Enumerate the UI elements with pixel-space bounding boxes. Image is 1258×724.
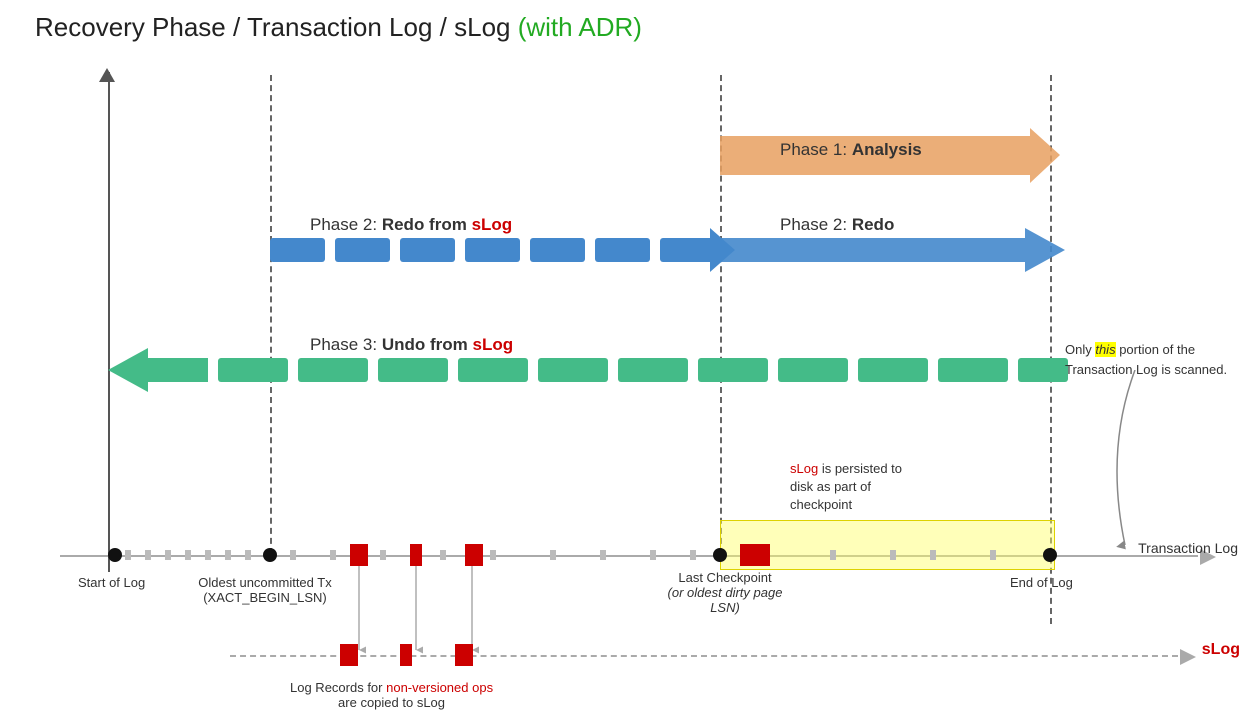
vline-oldest-tx xyxy=(270,75,272,554)
tick xyxy=(600,550,606,560)
slog-line xyxy=(230,655,1178,657)
tick xyxy=(145,550,151,560)
tick xyxy=(290,550,296,560)
phase3-label: Phase 3: Undo from sLog xyxy=(310,335,513,355)
dot-oldest-tx xyxy=(263,548,277,562)
phase2b-label: Phase 2: Redo xyxy=(780,215,894,235)
tick xyxy=(185,550,191,560)
down-arrow-3 xyxy=(465,566,479,656)
tick xyxy=(245,550,251,560)
tick xyxy=(330,550,336,560)
tick xyxy=(125,550,131,560)
diagram: { "title": { "main": "Recovery Phase / T… xyxy=(0,0,1258,724)
tick xyxy=(930,550,936,560)
tick xyxy=(380,550,386,560)
slog-red-block-1 xyxy=(340,644,358,666)
dot-end-of-log xyxy=(1043,548,1057,562)
slog-red-block-3 xyxy=(455,644,473,666)
label-last-checkpoint: Last Checkpoint(or oldest dirty pageLSN) xyxy=(660,570,790,615)
slog-arrow-head xyxy=(1180,649,1196,665)
tick xyxy=(205,550,211,560)
slog-label: sLog xyxy=(1202,641,1240,659)
phase3-arrow xyxy=(108,348,1068,392)
down-arrow-1 xyxy=(352,566,366,656)
annotation-slog-persisted: sLog is persisted todisk as part ofcheck… xyxy=(790,460,950,515)
tick xyxy=(650,550,656,560)
slog-red-block-2 xyxy=(400,644,412,666)
tick xyxy=(690,550,696,560)
red-block-1 xyxy=(350,544,368,566)
phase1-label: Phase 1: Analysis xyxy=(780,140,922,160)
label-end-of-log: End of Log xyxy=(1010,575,1073,590)
tick xyxy=(990,550,996,560)
tick xyxy=(165,550,171,560)
red-block-checkpoint xyxy=(740,544,770,566)
tick xyxy=(550,550,556,560)
tick xyxy=(490,550,496,560)
y-axis xyxy=(108,72,110,572)
dot-start xyxy=(108,548,122,562)
title-highlight: (with ADR) xyxy=(511,12,642,42)
y-axis-arrow xyxy=(99,68,115,82)
down-arrow-2 xyxy=(409,566,423,656)
yellow-region xyxy=(720,520,1055,570)
tick xyxy=(225,550,231,560)
tick xyxy=(890,550,896,560)
dot-last-checkpoint xyxy=(713,548,727,562)
tick xyxy=(440,550,446,560)
page-title: Recovery Phase / Transaction Log / sLog … xyxy=(35,12,642,43)
red-block-3 xyxy=(465,544,483,566)
label-log-records: Log Records for non-versioned opsare cop… xyxy=(290,680,493,710)
annotation-arrow xyxy=(1095,370,1175,560)
tick xyxy=(830,550,836,560)
label-start-of-log: Start of Log xyxy=(78,575,145,590)
label-oldest-tx: Oldest uncommitted Tx(XACT_BEGIN_LSN) xyxy=(195,575,335,605)
phase2a-label: Phase 2: Redo from sLog xyxy=(310,215,512,235)
title-main: Recovery Phase / Transaction Log / sLog xyxy=(35,12,511,42)
red-block-2 xyxy=(410,544,422,566)
